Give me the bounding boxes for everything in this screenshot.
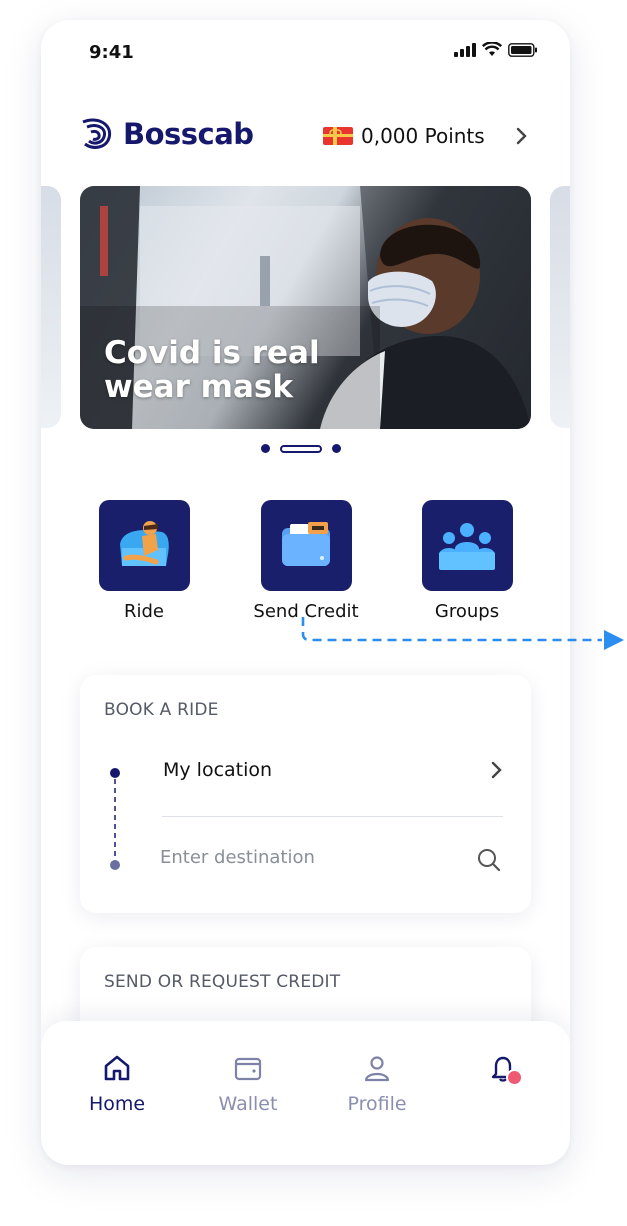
wifi-icon [482, 42, 502, 56]
bell-wrapper [484, 1053, 524, 1087]
brand-name: Bosscab [123, 117, 254, 151]
phone-frame: 9:41 Bosscab 0,000 Points Covid is real … [41, 20, 570, 1165]
chevron-right-icon[interactable] [515, 126, 529, 146]
destination-input[interactable] [160, 847, 460, 868]
promo-banner[interactable]: Covid is real wear mask [80, 186, 531, 429]
action-groups[interactable]: Groups [407, 500, 527, 622]
bottom-nav: Home Wallet Profile [41, 1021, 570, 1165]
action-tile [421, 500, 513, 591]
nav-label: Profile [347, 1093, 407, 1115]
action-label: Ride [123, 601, 164, 622]
brand[interactable]: Bosscab [79, 116, 254, 152]
status-icons [454, 42, 538, 57]
home-icon [104, 1055, 130, 1081]
points-text: 0,000 Points [361, 124, 485, 148]
brand-logo-icon [82, 118, 112, 149]
nav-label: Wallet [218, 1093, 278, 1115]
nav-profile[interactable]: Profile [327, 1053, 427, 1115]
banner-title-line1: Covid is real [104, 335, 320, 371]
route-line-icon [110, 768, 120, 870]
carousel-dot-active[interactable] [280, 444, 322, 453]
group-icon [439, 522, 495, 570]
banner-title-line2: wear mask [104, 369, 293, 405]
wallet-card-icon [282, 521, 330, 566]
divider [162, 816, 503, 817]
wallet-icon [234, 1057, 262, 1081]
carousel-dot[interactable] [332, 444, 341, 453]
nav-wallet[interactable]: Wallet [198, 1053, 298, 1115]
search-icon[interactable] [476, 847, 502, 873]
carousel-dot[interactable] [261, 444, 270, 453]
status-time: 9:41 [89, 42, 134, 63]
banner-title: Covid is real wear mask [104, 336, 364, 404]
carousel-prev-slide[interactable] [41, 186, 61, 428]
chevron-right-icon[interactable] [490, 760, 504, 780]
carousel-next-slide[interactable] [550, 186, 570, 428]
points-balance[interactable]: 0,000 Points [323, 124, 485, 148]
action-tile [98, 500, 190, 591]
ride-icon [120, 520, 169, 566]
callout-arrow-icon [301, 617, 624, 650]
action-tile [260, 500, 352, 591]
gift-card-icon [323, 127, 353, 145]
signal-icon [454, 42, 476, 57]
nav-notifications[interactable] [454, 1053, 554, 1093]
profile-icon [364, 1056, 390, 1082]
nav-label: Home [88, 1093, 146, 1115]
origin-location[interactable]: My location [163, 759, 272, 781]
card-title: BOOK A RIDE [104, 700, 219, 720]
battery-icon [508, 42, 537, 57]
action-send-credit[interactable]: Send Credit [246, 500, 366, 622]
book-ride-card: BOOK A RIDE My location [80, 675, 531, 913]
card-title: SEND OR REQUEST CREDIT [104, 972, 341, 992]
carousel-indicator [261, 444, 341, 453]
notification-badge [506, 1069, 523, 1086]
action-ride[interactable]: Ride [84, 500, 204, 622]
nav-home[interactable]: Home [67, 1053, 167, 1115]
